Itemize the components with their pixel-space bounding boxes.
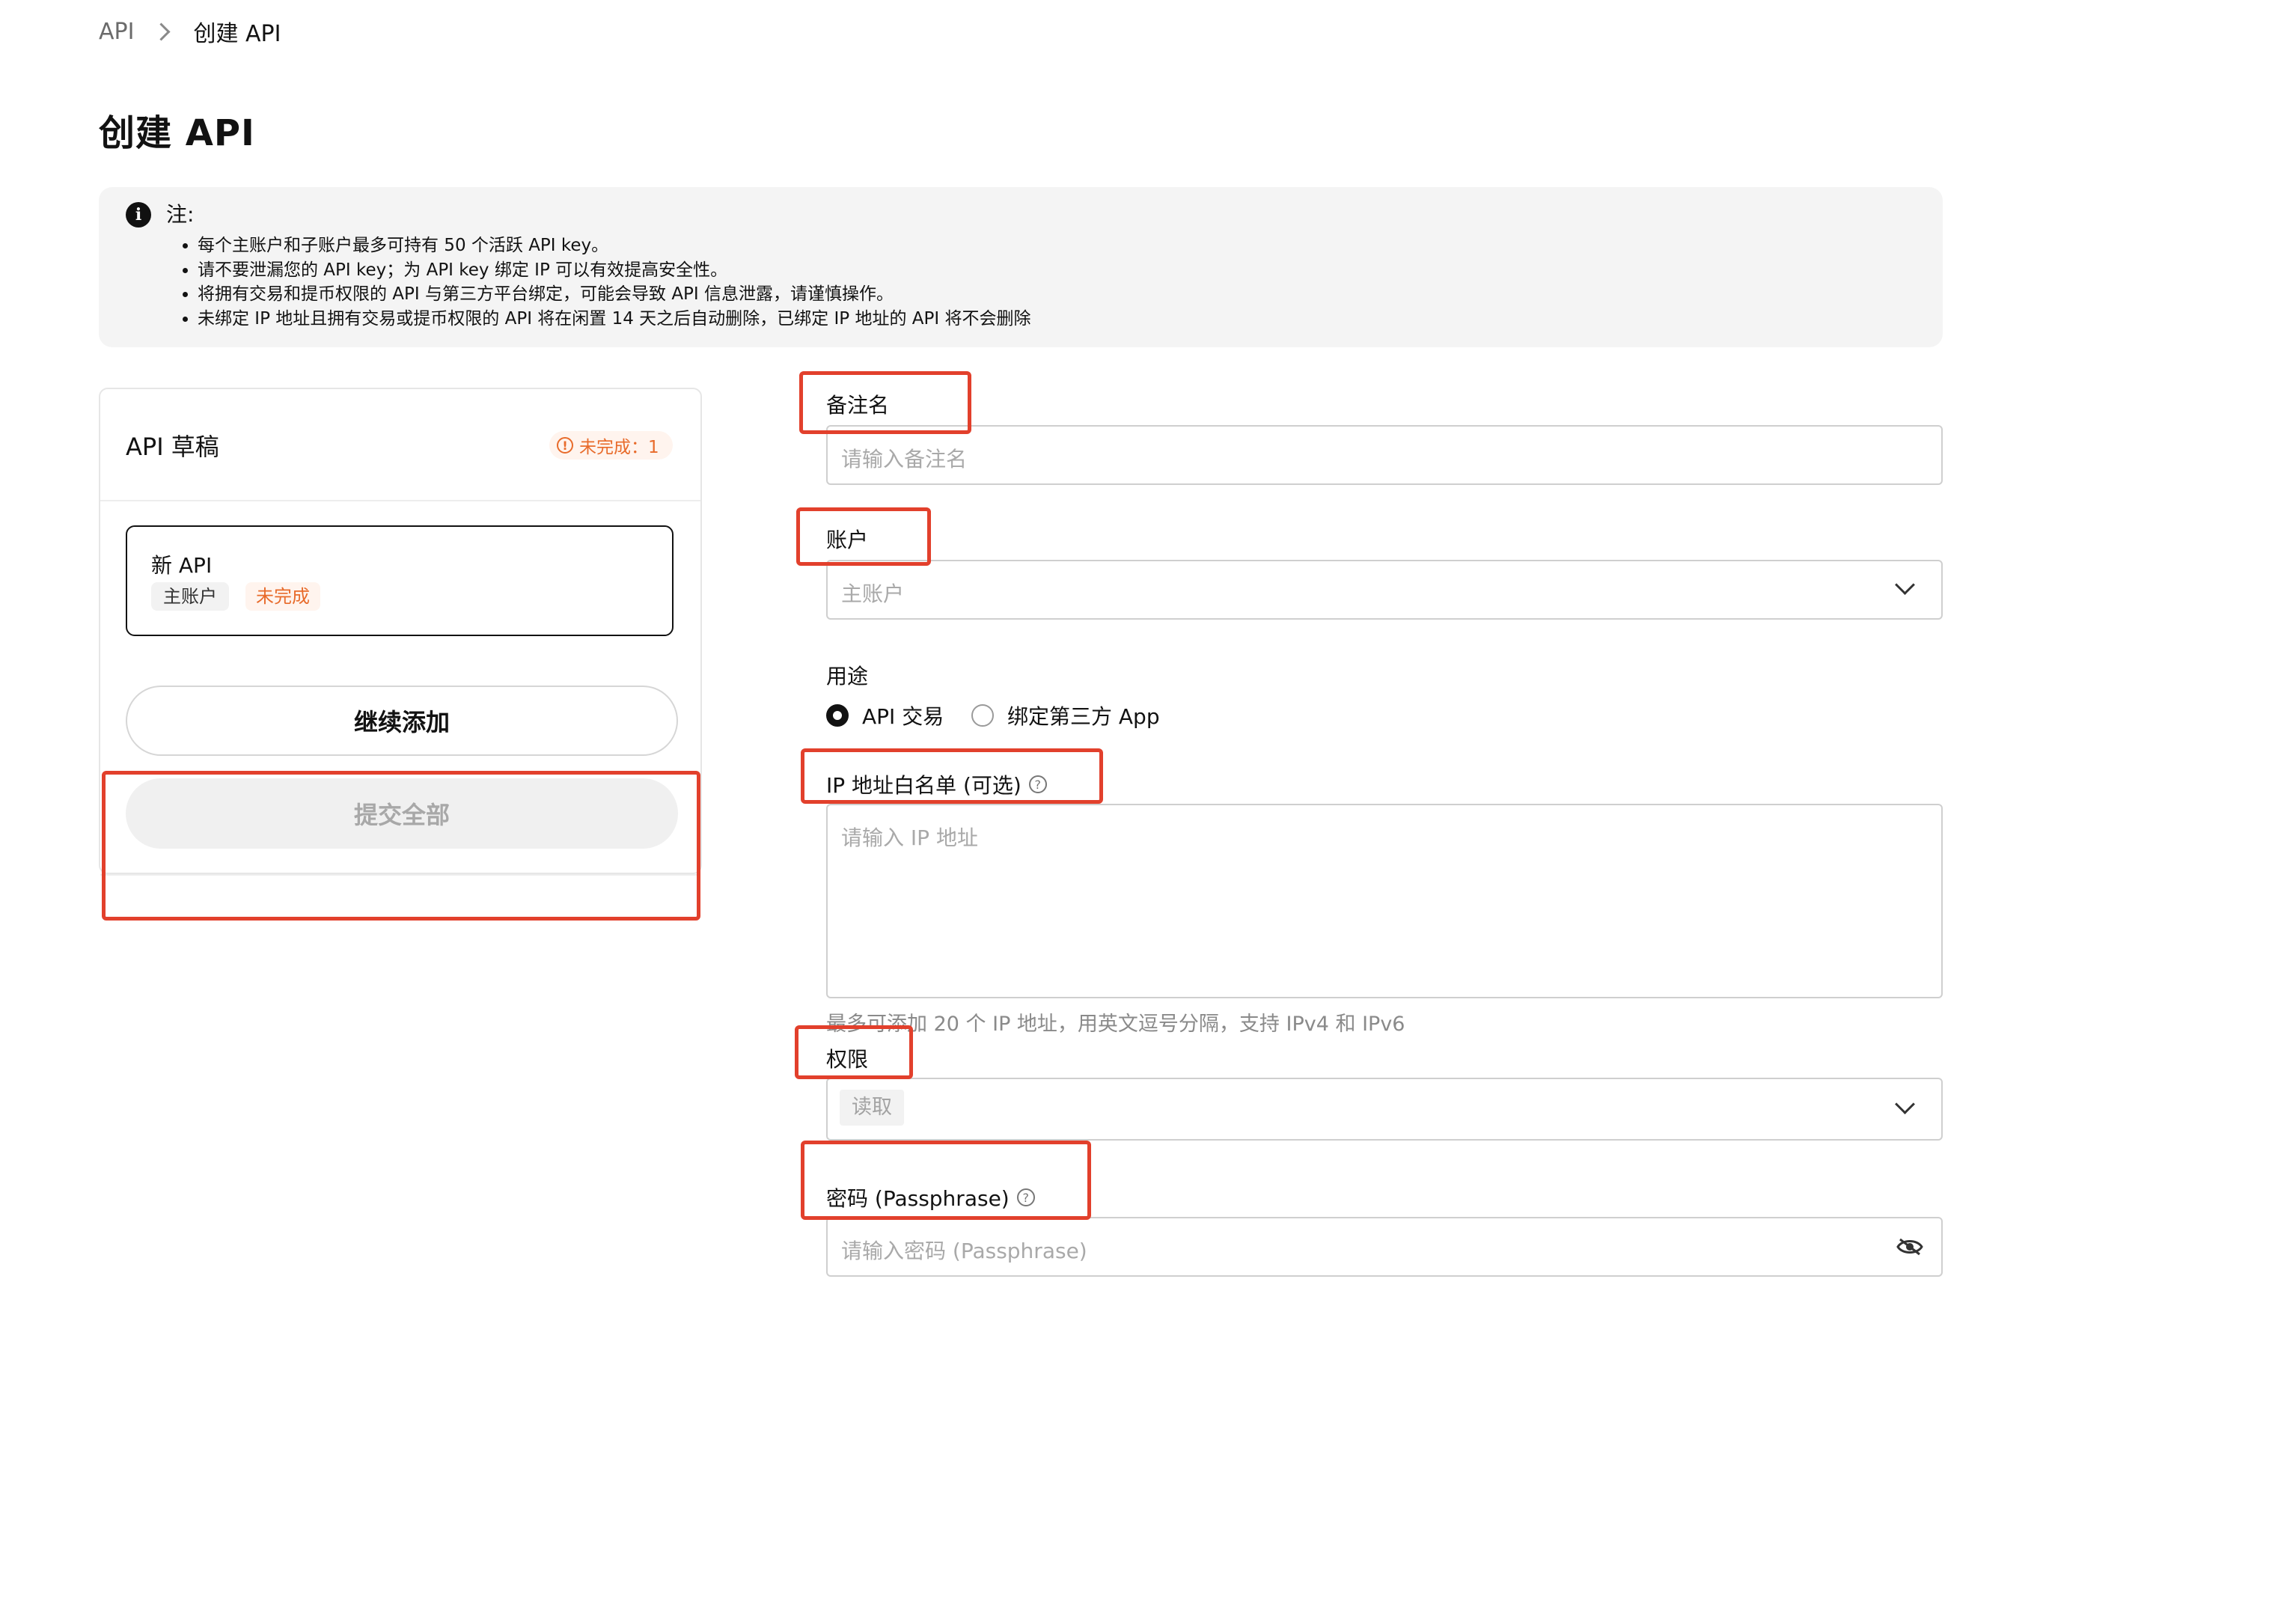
account-value: 主账户 — [841, 581, 905, 606]
purpose-option-api-trade[interactable]: API 交易 — [826, 700, 944, 730]
draft-name: 新 API — [151, 553, 213, 578]
drafts-title: API 草稿 — [126, 433, 219, 461]
notice-item: 每个主账户和子账户最多可持有 50 个活跃 API key。 — [198, 233, 1030, 258]
annotation-box-account — [796, 507, 931, 566]
permission-select[interactable]: 读取 — [826, 1078, 1943, 1141]
incomplete-badge-text: 未完成：1 — [579, 438, 659, 457]
radio-unselected[interactable] — [971, 704, 994, 727]
status-tag: 未完成 — [245, 582, 320, 611]
purpose-label: 用途 — [826, 664, 869, 689]
notice-item: 将拥有交易和提币权限的 API 与第三方平台绑定，可能会导致 API 信息泄露，… — [198, 282, 1030, 307]
add-more-button[interactable]: 继续添加 — [126, 686, 678, 756]
radio-selected[interactable] — [826, 704, 849, 727]
chevron-down-icon — [1895, 575, 1915, 595]
chevron-down-icon — [1895, 1094, 1915, 1114]
remark-input[interactable]: 请输入备注名 — [826, 425, 1943, 485]
account-tag: 主账户 — [151, 582, 229, 611]
account-select[interactable]: 主账户 — [826, 560, 1943, 620]
notice-title: 注: — [166, 202, 195, 227]
info-icon: i — [126, 202, 151, 228]
eye-off-icon[interactable] — [1896, 1238, 1923, 1256]
ip-whitelist-placeholder: 请输入 IP 地址 — [841, 825, 978, 850]
incomplete-badge: ! 未完成：1 — [549, 431, 673, 460]
annotation-box-submit — [102, 771, 700, 921]
annotation-box-passphrase — [801, 1141, 1091, 1220]
drafts-header: API 草稿 ! 未完成：1 — [100, 389, 700, 501]
purpose-option-label: API 交易 — [862, 704, 944, 729]
breadcrumb: API 创建 API — [99, 16, 281, 48]
notice-item: 请不要泄漏您的 API key；为 API key 绑定 IP 可以有效提高安全… — [198, 258, 1030, 283]
passphrase-placeholder: 请输入密码 (Passphrase) — [841, 1239, 1087, 1263]
notice-list: 每个主账户和子账户最多可持有 50 个活跃 API key。 请不要泄漏您的 A… — [174, 233, 1030, 331]
page-title: 创建 API — [99, 112, 255, 154]
annotation-box-remark — [799, 371, 971, 434]
permission-chip: 读取 — [840, 1090, 904, 1126]
breadcrumb-current: 创建 API — [193, 21, 281, 47]
warning-circle-icon: ! — [557, 437, 573, 454]
annotation-box-ip-whitelist — [801, 748, 1103, 804]
chevron-right-icon — [152, 22, 171, 41]
purpose-option-label: 绑定第三方 App — [1007, 704, 1160, 729]
annotation-box-permission — [795, 1025, 913, 1079]
breadcrumb-api-link[interactable]: API — [99, 19, 134, 45]
notice-panel: i 注: 每个主账户和子账户最多可持有 50 个活跃 API key。 请不要泄… — [99, 187, 1943, 347]
draft-card[interactable]: 新 API 主账户 未完成 — [126, 525, 674, 636]
passphrase-input[interactable]: 请输入密码 (Passphrase) — [826, 1217, 1943, 1277]
remark-placeholder: 请输入备注名 — [841, 447, 968, 471]
ip-whitelist-textarea[interactable]: 请输入 IP 地址 — [826, 804, 1943, 998]
purpose-option-third-party[interactable]: 绑定第三方 App — [971, 700, 1160, 730]
ip-whitelist-hint: 最多可添加 20 个 IP 地址，用英文逗号分隔，支持 IPv4 和 IPv6 — [826, 1013, 1405, 1036]
notice-item: 未绑定 IP 地址且拥有交易或提币权限的 API 将在闲置 14 天之后自动删除… — [198, 307, 1030, 332]
